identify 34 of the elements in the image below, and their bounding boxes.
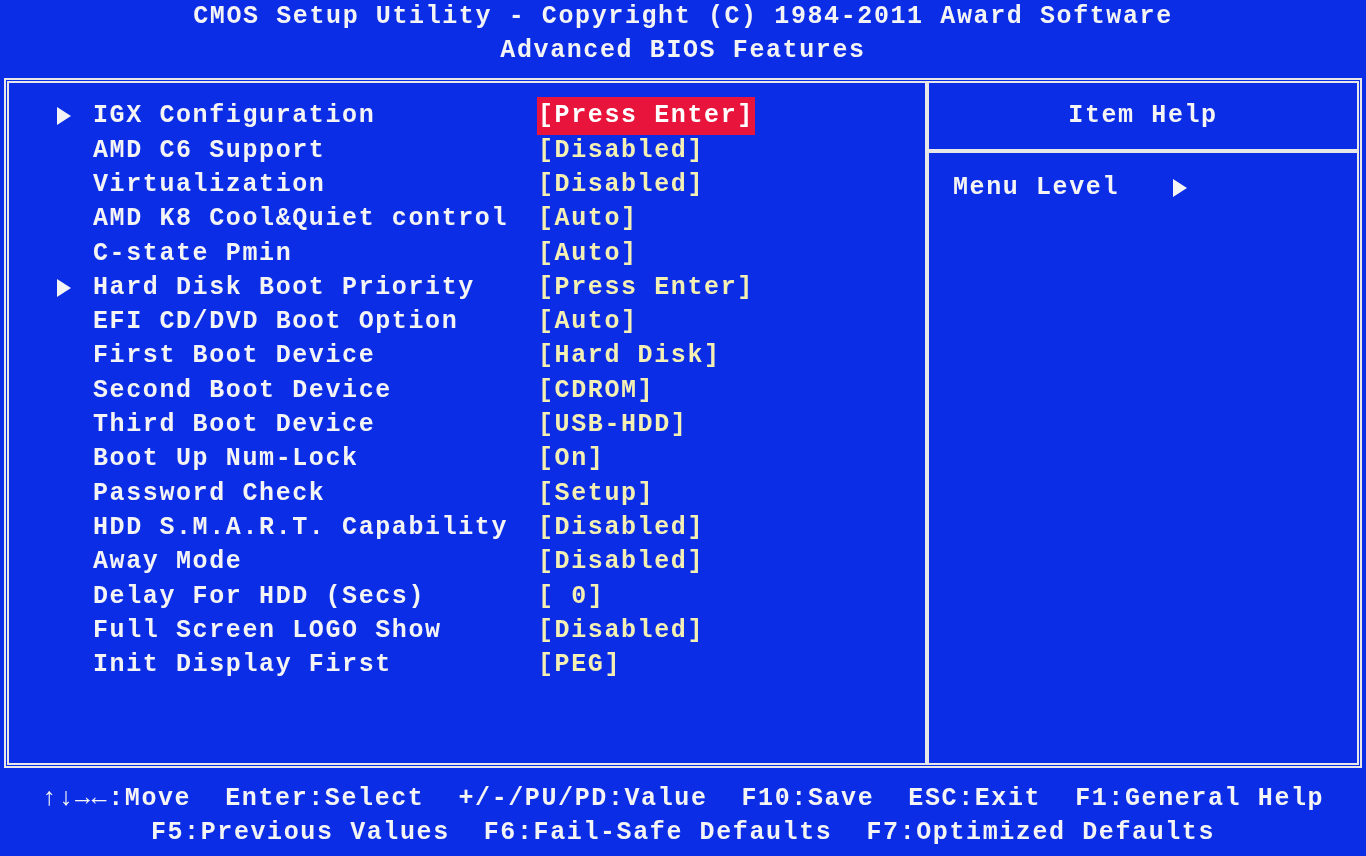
setting-label[interactable]: Delay For HDD (Secs)	[93, 581, 426, 611]
setting-label[interactable]: Hard Disk Boot Priority	[93, 272, 475, 302]
submenu-arrow-icon	[57, 107, 71, 126]
setting-label[interactable]: Second Boot Device	[93, 375, 392, 405]
setting-label[interactable]: IGX Configuration	[93, 101, 376, 131]
screen-title: Advanced BIOS Features	[500, 35, 866, 67]
setting-label[interactable]: Third Boot Device	[93, 410, 376, 440]
key-hint: F10:Save	[741, 783, 875, 815]
setting-label[interactable]: Full Screen LOGO Show	[93, 615, 442, 645]
setting-label[interactable]: HDD S.M.A.R.T. Capability	[93, 512, 509, 542]
setting-label[interactable]: Password Check	[93, 478, 326, 508]
key-hint: Enter:Select	[225, 783, 425, 815]
setting-label[interactable]: C-state Pmin	[93, 238, 293, 268]
key-hint: F5:Previous Values	[150, 817, 450, 849]
key-hint: ↑↓→←:Move	[41, 783, 192, 815]
submenu-arrow-icon	[57, 278, 71, 297]
setting-label[interactable]: EFI CD/DVD Boot Option	[93, 307, 459, 337]
setting-label[interactable]: AMD C6 Support	[93, 135, 326, 165]
header-title: CMOS Setup Utility - Copyright (C) 1984-2011 Award Software	[193, 1, 1173, 33]
setting-label[interactable]: AMD K8 Cool&Quiet control	[93, 204, 509, 234]
key-hint: F1:General Help	[1075, 783, 1325, 815]
menu-level-arrow-icon	[1173, 178, 1188, 197]
key-hint: F7:Optimized Defaults	[866, 817, 1216, 849]
key-hint: ESC:Exit	[908, 783, 1042, 815]
key-hint: F6:Fail-Safe Defaults	[483, 817, 833, 849]
setting-value[interactable]: [Press Enter]	[537, 97, 755, 135]
setting-label[interactable]: First Boot Device	[93, 341, 376, 371]
menu-level-label: Menu Level	[953, 172, 1120, 204]
key-hint: +/-/PU/PD:Value	[458, 783, 708, 815]
setting-label[interactable]: Away Mode	[93, 547, 243, 577]
setting-label[interactable]: Boot Up Num-Lock	[93, 444, 359, 474]
setting-label[interactable]: Virtualization	[93, 170, 326, 199]
setting-label[interactable]: Init Display First	[93, 650, 392, 680]
help-title: Item Help	[1068, 100, 1218, 133]
